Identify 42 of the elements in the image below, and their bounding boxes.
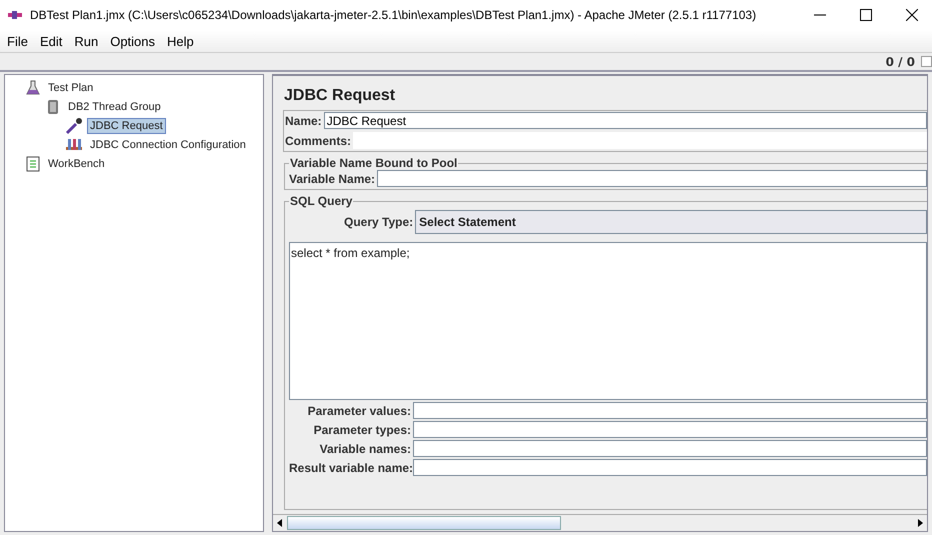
variable-name-field[interactable]: [377, 170, 927, 187]
field-label: Comments:: [285, 134, 352, 148]
name-field[interactable]: JDBC Request: [324, 112, 927, 129]
menu-item[interactable]: File: [7, 34, 28, 48]
tree-item[interactable]: JDBC Connection Configuration: [87, 136, 249, 152]
menu-item[interactable]: Help: [167, 34, 194, 48]
comments-field[interactable]: [353, 132, 927, 149]
parameter-field[interactable]: [413, 440, 927, 457]
tree-item[interactable]: JDBC Request: [87, 118, 166, 134]
field-label: Variable names:: [318, 442, 411, 456]
horizontal-scrollbar[interactable]: [273, 514, 927, 531]
scroll-thumb[interactable]: [287, 516, 561, 530]
parameter-field[interactable]: [413, 402, 927, 419]
field-label: Variable Name:: [289, 172, 376, 186]
menu-item[interactable]: Edit: [40, 34, 62, 48]
tree-item[interactable]: Test Plan: [45, 80, 96, 96]
maximize-icon[interactable]: [860, 9, 872, 21]
field-label: Query Type:: [344, 215, 414, 229]
flask-icon: [25, 80, 41, 96]
close-icon[interactable]: [906, 9, 918, 21]
log-toggle-icon[interactable]: [921, 56, 932, 67]
field-label: Result variable name:: [289, 460, 411, 474]
parameter-field[interactable]: [413, 459, 927, 476]
window-title: DBTest Plan1.jmx (C:\Users\c065234\Downloads\jakarta-jmeter-2.5.1\bin\examples\DBTest Plan1.jmx) - Apache JMeter (2.5.1 r1177103): [30, 8, 756, 22]
menu-item[interactable]: Run: [74, 34, 98, 48]
app-icon: [8, 11, 22, 19]
error-counter: 0 / 0: [886, 54, 915, 68]
parameter-field[interactable]: [413, 421, 927, 438]
dropper-icon: [65, 116, 83, 134]
query-editor[interactable]: select * from example;: [289, 242, 927, 400]
panel-title: JDBC Request: [283, 86, 396, 106]
clipboard-icon: [25, 156, 41, 172]
field-label: Name:: [285, 114, 322, 128]
field-label: Parameter types:: [312, 422, 411, 436]
query-type-dropdown[interactable]: Select Statement: [415, 210, 927, 234]
query-text: select * from example;: [291, 246, 410, 260]
group-title: Variable Name Bound to Pool: [289, 156, 458, 170]
field-label: Parameter values:: [306, 404, 411, 418]
tree-item[interactable]: DB2 Thread Group: [65, 98, 164, 114]
menu-item[interactable]: Options: [110, 34, 156, 48]
tree-item[interactable]: WorkBench: [45, 156, 108, 172]
group-title: SQL Query: [289, 194, 354, 208]
